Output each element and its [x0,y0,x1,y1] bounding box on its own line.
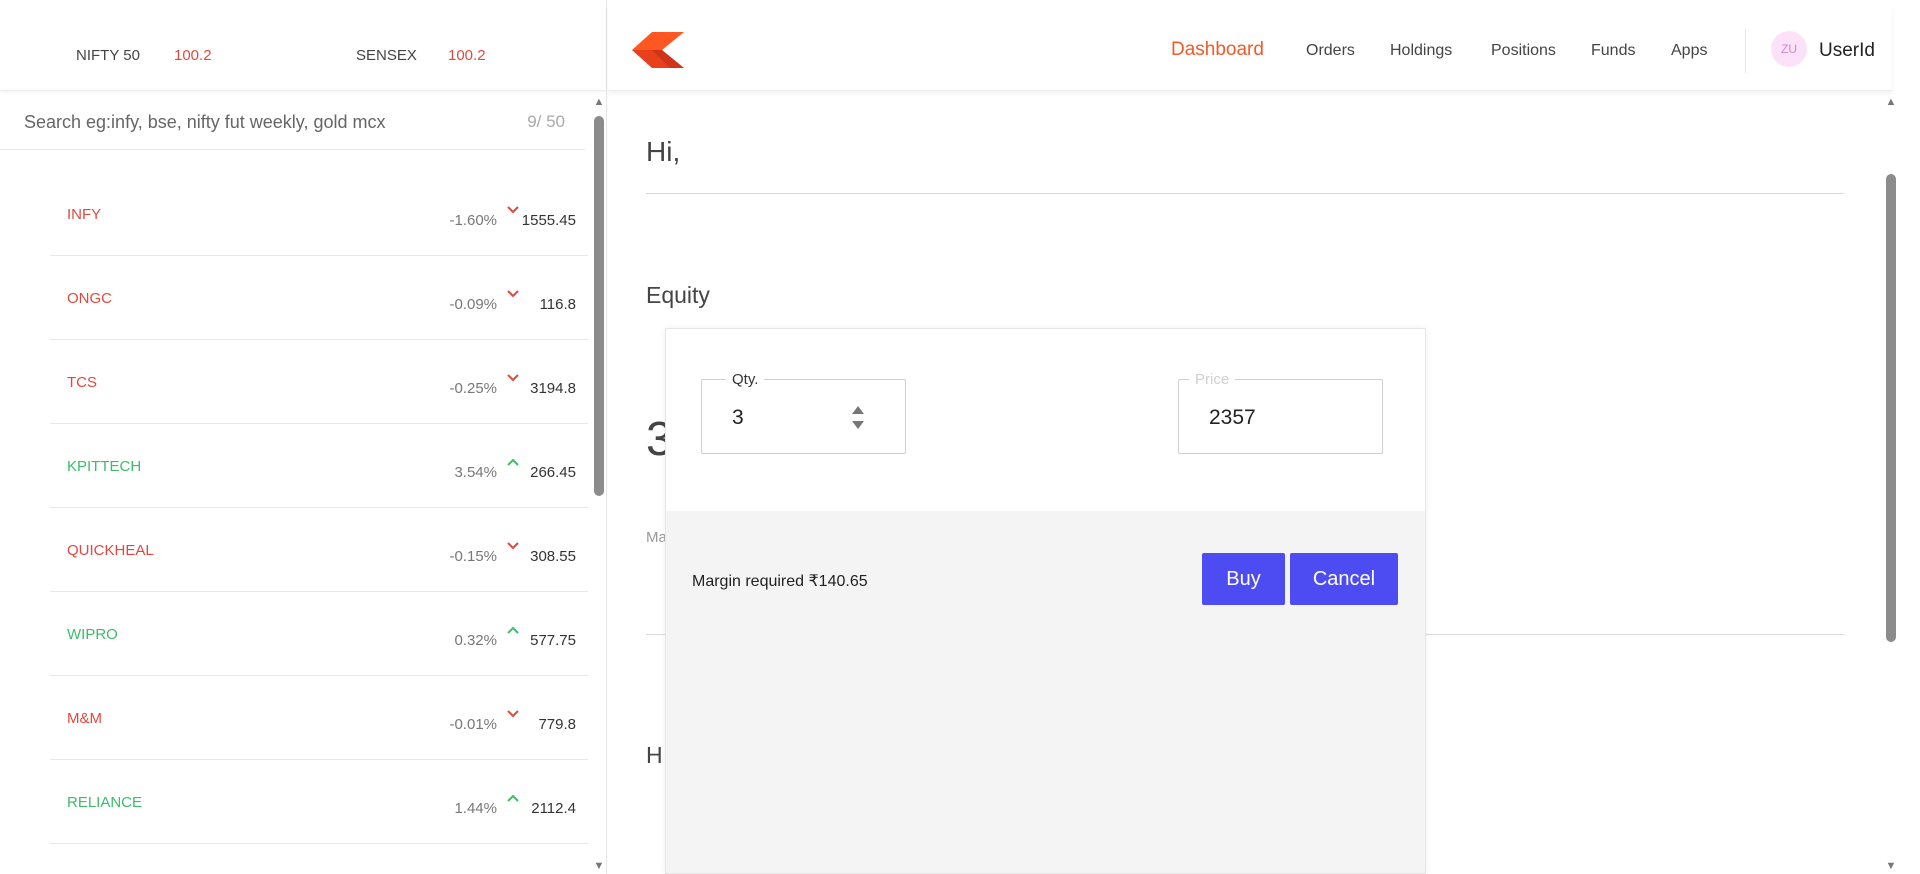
scroll-up-arrow-icon[interactable]: ▲ [592,96,606,108]
chevron-down-icon [507,710,519,718]
stepper-down-icon[interactable] [852,421,864,429]
percent-change: 1.44% [454,800,497,817]
chevron-down-icon [507,206,519,214]
percent-change: -0.01% [449,716,497,733]
search-input[interactable] [24,110,504,134]
instrument-name: QUICKHEAL [67,542,154,559]
quantity-label: Qty. [726,371,765,388]
quantity-field[interactable]: Qty. 3 [701,371,906,454]
scroll-down-arrow-icon[interactable]: ▼ [1884,860,1898,872]
index-value-nifty: 100.2 [174,47,212,64]
percent-change: -1.60% [449,212,497,229]
greeting: Hi, [646,136,681,167]
scroll-down-arrow-icon[interactable]: ▼ [592,860,606,872]
watchlist: INFY -1.60% 1555.45 ONGC -0.09% 116.8 TCS -0.25… [50,172,588,844]
nav-dashboard[interactable]: Dashboard [1171,39,1264,61]
percent-change: 0.32% [454,632,497,649]
watchlist-count: 9/ 50 [527,112,565,131]
percent-change: -0.09% [449,296,497,313]
price-field[interactable]: Price 2357 [1178,371,1383,454]
indices-bar: NIFTY 50 100.2 SENSEX 100.2 [0,5,606,91]
nav-holdings[interactable]: Holdings [1390,42,1452,60]
chevron-up-icon [507,458,519,466]
margin-required: Margin required ₹140.65 [692,573,868,590]
last-price: 3194.8 [530,380,576,397]
last-price: 779.8 [538,716,576,733]
divider [646,193,1844,194]
last-price: 116.8 [539,296,576,313]
quantity-stepper[interactable] [851,406,865,432]
user-id[interactable]: UserId [1819,40,1875,62]
right-scrollbar[interactable]: ▲ ▼ [1884,96,1898,872]
order-form: Qty. 3 Price 2357 [666,329,1425,511]
instrument-name: TCS [67,374,97,391]
last-price: 1555.45 [521,212,576,229]
instrument-name: INFY [67,206,102,223]
instrument-name: KPITTECH [67,458,142,475]
watchlist-item[interactable]: ONGC -0.09% 116.8 [50,256,588,340]
cancel-button[interactable]: Cancel [1290,553,1398,605]
instrument-name: RELIANCE [67,794,143,811]
last-price: 266.45 [530,464,576,481]
percent-change: -0.15% [449,548,497,565]
avatar[interactable]: ZU [1771,31,1807,67]
instrument-name: M&M [67,710,102,727]
watchlist-item[interactable]: WIPRO 0.32% 577.75 [50,592,588,676]
right-scroll-thumb[interactable] [1886,174,1896,642]
index-value-sensex: 100.2 [448,47,486,64]
price-input[interactable]: 2357 [1209,406,1256,430]
quantity-input[interactable]: 3 [732,406,744,430]
search-bar: 9/ 50 [0,92,585,150]
nav-funds[interactable]: Funds [1591,42,1635,60]
watchlist-item[interactable]: INFY -1.60% 1555.45 [50,172,588,256]
chevron-up-icon [507,626,519,634]
chevron-up-icon [507,794,519,802]
left-pane: NIFTY 50 100.2 SENSEX 100.2 9/ 50 INFY -1… [0,0,607,874]
nav-divider [1745,29,1746,73]
top-navigation: Dashboard Orders Holdings Positions Fund… [608,5,1892,91]
scroll-up-arrow-icon[interactable]: ▲ [1884,96,1898,108]
watchlist-item[interactable]: RELIANCE 1.44% 2112.4 [50,760,588,844]
left-scrollbar[interactable]: ▲ ▼ [592,96,606,872]
last-price: 308.55 [530,548,576,565]
instrument-name: ONGC [67,290,112,307]
nav-apps[interactable]: Apps [1671,42,1707,60]
index-name-nifty: NIFTY 50 [76,47,140,64]
margin-label: Ma [646,529,667,546]
watchlist-item[interactable]: M&M -0.01% 779.8 [50,676,588,760]
watchlist-item[interactable]: TCS -0.25% 3194.8 [50,340,588,424]
watchlist-item[interactable]: QUICKHEAL -0.15% 308.55 [50,508,588,592]
nav-positions[interactable]: Positions [1491,42,1556,60]
nav-orders[interactable]: Orders [1306,42,1355,60]
percent-change: -0.25% [449,380,497,397]
holdings-title: H [646,742,663,768]
instrument-name: WIPRO [67,626,118,643]
equity-title: Equity [646,282,710,308]
order-modal: Qty. 3 Price 2357 Margin required ₹140.6… [665,328,1426,874]
last-price: 577.75 [530,632,576,649]
chevron-down-icon [507,542,519,550]
index-name-sensex: SENSEX [356,47,417,64]
price-label: Price [1189,371,1236,388]
kite-logo[interactable] [632,32,684,68]
chevron-down-icon [507,374,519,382]
last-price: 2112.4 [531,800,576,817]
chevron-down-icon [507,290,519,298]
watchlist-item[interactable]: KPITTECH 3.54% 266.45 [50,424,588,508]
percent-change: 3.54% [454,464,497,481]
stepper-up-icon[interactable] [852,406,864,414]
buy-button[interactable]: Buy [1202,553,1285,605]
left-scroll-thumb[interactable] [594,116,604,496]
